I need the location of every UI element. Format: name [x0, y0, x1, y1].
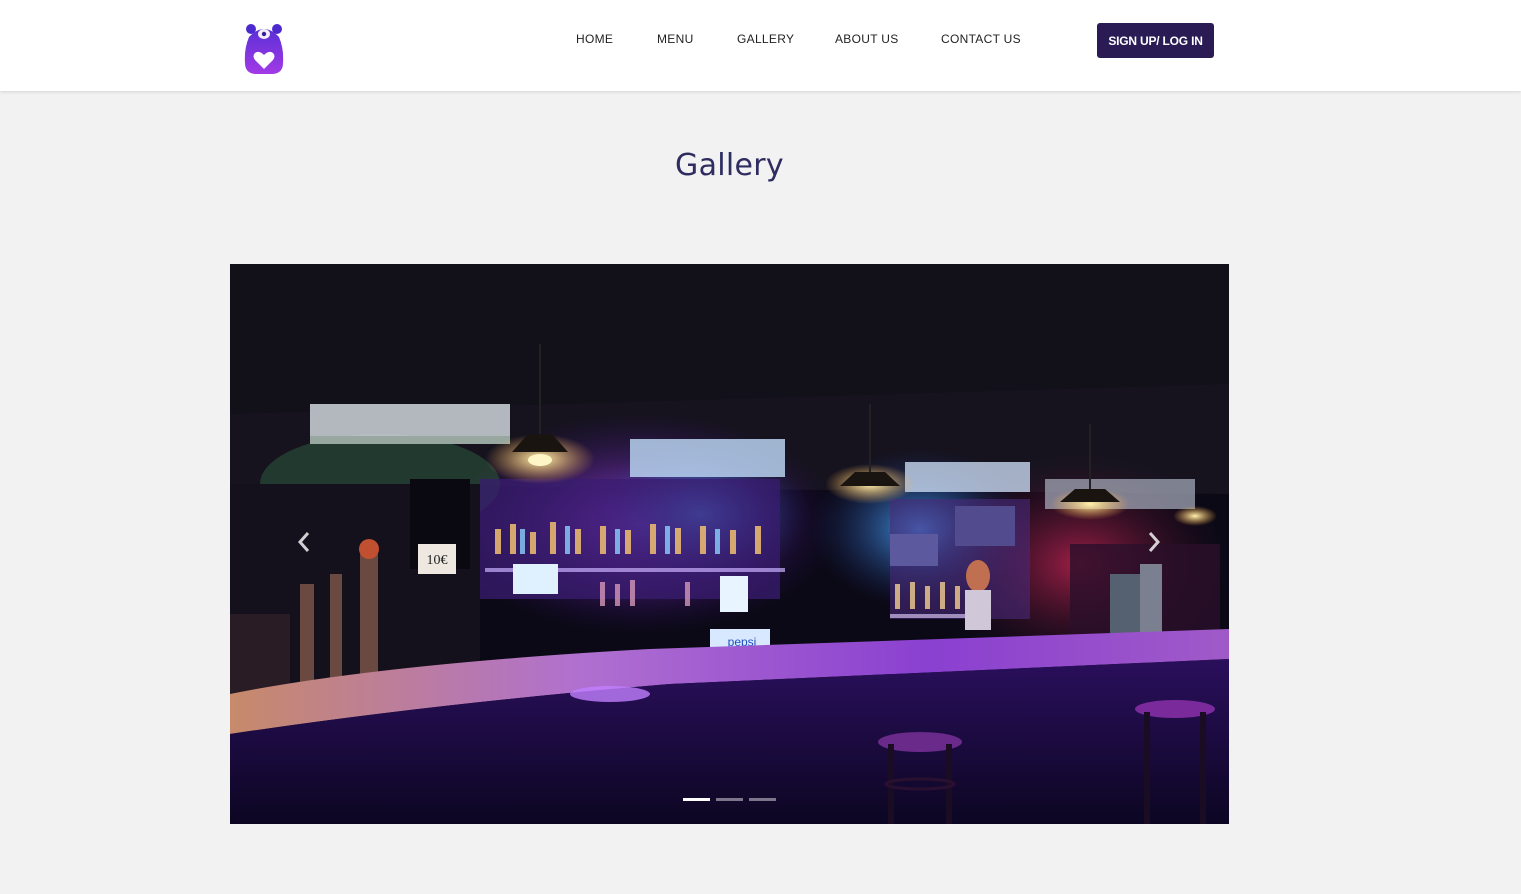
signup-login-button[interactable]: SIGN UP/ LOG IN — [1097, 23, 1214, 58]
nav-gallery-link[interactable]: GALLERY — [737, 32, 794, 46]
carousel-next-button[interactable] — [1134, 522, 1174, 562]
navbar: HOME MENU GALLERY ABOUT US CONTACT US SI… — [0, 0, 1521, 91]
bear-heart-logo[interactable] — [243, 23, 285, 75]
carousel-prev-button[interactable] — [284, 522, 324, 562]
page-title: Gallery — [675, 148, 784, 183]
chevron-left-icon — [297, 532, 310, 552]
price-tag-text: 10€ — [427, 553, 448, 568]
gallery-carousel[interactable]: 10€ pepsi — [230, 264, 1229, 824]
chevron-right-icon — [1148, 532, 1161, 552]
nav-about-link[interactable]: ABOUT US — [835, 32, 899, 46]
carousel-indicator-3[interactable] — [749, 798, 776, 801]
nav-menu-link[interactable]: MENU — [657, 32, 694, 46]
carousel-indicator-2[interactable] — [716, 798, 743, 801]
carousel-indicator-1[interactable] — [683, 798, 710, 801]
carousel-indicators — [683, 798, 776, 802]
bar-interior-photo: 10€ pepsi — [230, 264, 1229, 824]
nav-home-link[interactable]: HOME — [576, 32, 613, 46]
nav-contact-link[interactable]: CONTACT US — [941, 32, 1021, 46]
